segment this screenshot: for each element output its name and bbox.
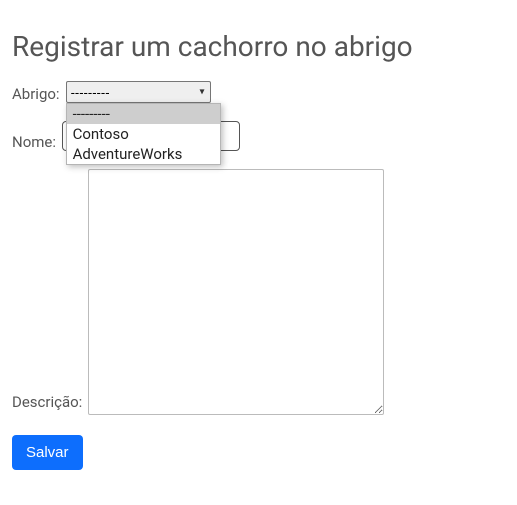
abrigo-label: Abrigo:: [12, 85, 60, 103]
page-title: Registrar um cachorro no abrigo: [12, 30, 505, 63]
abrigo-option[interactable]: AdventureWorks: [67, 144, 220, 164]
abrigo-option[interactable]: Contoso: [67, 124, 220, 144]
nome-label: Nome:: [12, 133, 56, 151]
save-button[interactable]: Salvar: [12, 435, 83, 470]
abrigo-select[interactable]: ---------: [66, 81, 211, 103]
descricao-textarea[interactable]: [88, 169, 384, 415]
abrigo-dropdown-list: --------- Contoso AdventureWorks: [66, 103, 221, 165]
abrigo-option[interactable]: ---------: [67, 104, 220, 124]
descricao-label: Descrição:: [12, 393, 82, 411]
